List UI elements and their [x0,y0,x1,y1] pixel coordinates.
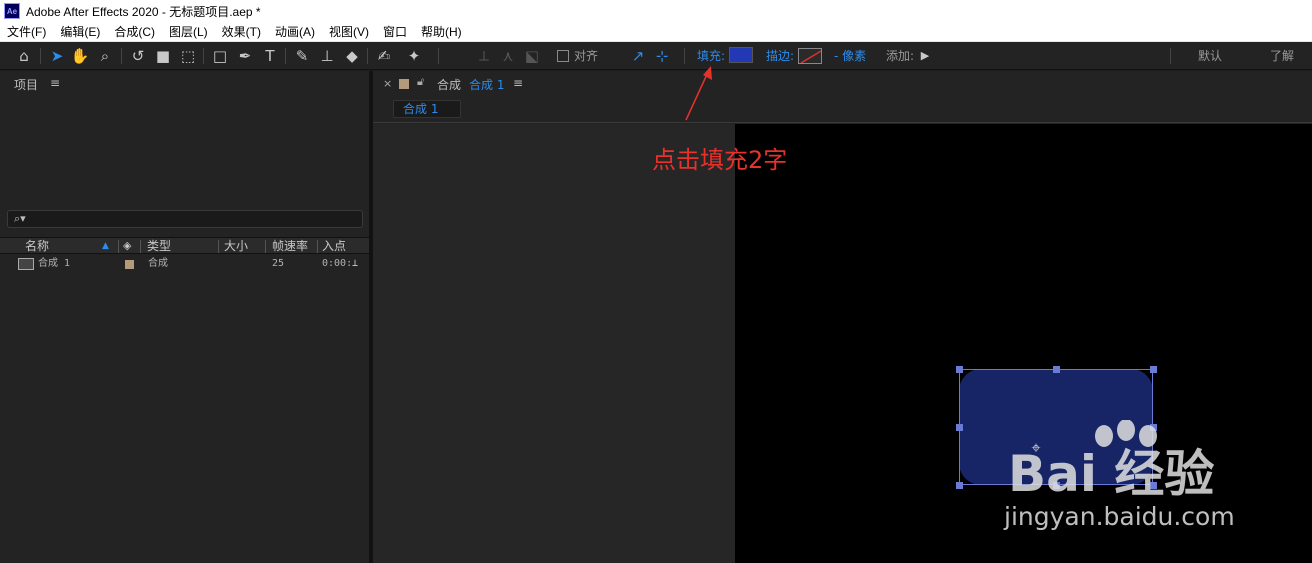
workspace-default[interactable]: 默认 [1198,48,1222,64]
stroke-label[interactable]: 描边: [766,48,794,64]
label-color-chip[interactable] [125,260,134,269]
annotation-text: 点击填充2字 [652,146,788,174]
column-size[interactable]: 大小 [224,238,248,254]
search-icon: ⌕▾ [14,212,26,225]
column-divider [218,240,219,253]
menu-animation[interactable]: 动画(A) [268,23,322,40]
tools-toolbar: ⌂ ➤ ✋ ⌕ ↺ ■ ⬚ □ ✒ T ✎ ⊥ ◆ ✍ ✦ ⟂ ⋏ ⬕ 对齐 ↗… [0,42,1312,70]
item-frame-rate: 25 [272,258,285,269]
menu-window[interactable]: 窗口 [376,23,414,40]
project-item-row[interactable]: 合成 1 合成 25 0:00: ⊥ [0,255,369,273]
snap-options-icon[interactable]: ⊹ [652,46,672,66]
workspace-learn[interactable]: 了解 [1270,48,1294,64]
stroke-color-swatch[interactable] [798,48,822,64]
column-divider [118,240,119,253]
item-in-point: 0:00: [322,258,353,269]
toolbar-divider [121,48,122,64]
after-effects-app-icon: Ae [4,3,20,19]
close-icon[interactable]: × [383,77,392,90]
column-divider [140,240,141,253]
toolbar-divider [285,48,286,64]
panel-menu-icon[interactable]: ≡ [513,76,523,90]
brush-tool-icon[interactable]: ✎ [292,46,312,66]
menu-effect[interactable]: 效果(T) [215,23,268,40]
align-checkbox[interactable] [557,50,569,62]
selection-tool-icon[interactable]: ➤ [47,46,67,66]
panel-menu-icon[interactable]: ≡ [50,76,60,90]
world-axis-icon[interactable]: ⋏ [498,46,518,66]
watermark-main: Bai 经验 [1008,445,1215,503]
composition-breadcrumb-bar: 合成 1 [373,97,1312,123]
eraser-tool-icon[interactable]: ◆ [342,46,362,66]
project-panel-title: 项目 [14,78,39,92]
menu-help[interactable]: 帮助(H) [414,23,469,40]
column-in-point[interactable]: 入点 [322,238,346,254]
toolbar-divider [40,48,41,64]
home-icon[interactable]: ⌂ [14,46,34,66]
pan-behind-tool-icon[interactable]: ⬚ [178,46,198,66]
fill-label[interactable]: 填充: [697,48,725,64]
menu-view[interactable]: 视图(V) [322,23,376,40]
transform-handle[interactable] [1053,366,1060,373]
sort-asc-icon[interactable]: ▲ [102,238,109,254]
project-search-input[interactable]: ⌕▾ [7,210,363,228]
title-bar: Ae Adobe After Effects 2020 - 无标题项目.aep … [0,0,1312,22]
menu-edit[interactable]: 编辑(E) [53,23,107,40]
zoom-tool-icon[interactable]: ⌕ [95,46,115,66]
menu-layer[interactable]: 图层(L) [162,23,215,40]
pen-tool-icon[interactable]: ✒ [235,46,255,66]
hand-tool-icon[interactable]: ✋ [70,46,90,66]
rotate-tool-icon[interactable]: ↺ [128,46,148,66]
stroke-width-label[interactable]: - 像素 [834,48,866,64]
composition-tab-bar: × 🔓︎ 合成 合成 1 ≡ [373,71,1312,97]
label-tag-icon[interactable]: ◈ [123,238,131,254]
composition-tab-label: 合成 [437,78,462,92]
type-tool-icon[interactable]: T [260,46,280,66]
clone-stamp-tool-icon[interactable]: ⊥ [317,46,337,66]
transform-handle[interactable] [1150,366,1157,373]
lock-icon[interactable]: 🔓︎ [417,75,424,89]
menu-file[interactable]: 文件(F) [0,23,53,40]
transform-handle[interactable] [956,424,963,431]
label-color-chip [399,79,409,89]
project-column-header: 名称 ▲ ◈ 类型 大小 帧速率 入点 [0,237,369,254]
roto-brush-tool-icon[interactable]: ✍ [374,46,394,66]
watermark-url: jingyan.baidu.com [1004,502,1235,531]
column-frame-rate[interactable]: 帧速率 [272,238,308,254]
align-label: 对齐 [574,49,599,63]
camera-tool-icon[interactable]: ■ [153,46,173,66]
flowchart-icon[interactable]: ⊥ [352,257,358,271]
breadcrumb[interactable]: 合成 1 [393,100,461,118]
add-play-icon[interactable]: ▶ [915,46,935,66]
menu-bar: 文件(F) 编辑(E) 合成(C) 图层(L) 效果(T) 动画(A) 视图(V… [0,22,1312,42]
column-divider [317,240,318,253]
baidu-jingyan-watermark: Bai 经验 jingyan.baidu.com [1004,420,1304,540]
item-name: 合成 1 [38,258,71,269]
column-divider [265,240,266,253]
snap-icon[interactable]: ↗ [628,46,648,66]
menu-composition[interactable]: 合成(C) [107,23,162,40]
toolbar-divider [367,48,368,64]
puppet-pin-tool-icon[interactable]: ✦ [404,46,424,66]
window-title: Adobe After Effects 2020 - 无标题项目.aep * [26,4,261,19]
toolbar-divider [203,48,204,64]
composition-icon [18,258,34,270]
toolbar-divider [684,48,685,64]
column-name[interactable]: 名称 [25,238,49,254]
item-type: 合成 [148,258,168,269]
fill-color-swatch[interactable] [729,47,753,63]
rectangle-tool-icon[interactable]: □ [210,46,230,66]
local-axis-icon[interactable]: ⟂ [474,46,494,66]
toolbar-divider [1170,48,1171,64]
column-type[interactable]: 类型 [147,238,171,254]
transform-handle[interactable] [956,482,963,489]
composition-tab-active[interactable]: 合成 1 [469,76,504,93]
project-panel: 项目 ≡ ⌕▾ 名称 ▲ ◈ 类型 大小 帧速率 入点 合成 1 合成 25 0… [0,71,369,563]
toolbar-divider [438,48,439,64]
transform-handle[interactable] [956,366,963,373]
add-label[interactable]: 添加: [886,48,914,64]
view-axis-icon[interactable]: ⬕ [522,46,542,66]
